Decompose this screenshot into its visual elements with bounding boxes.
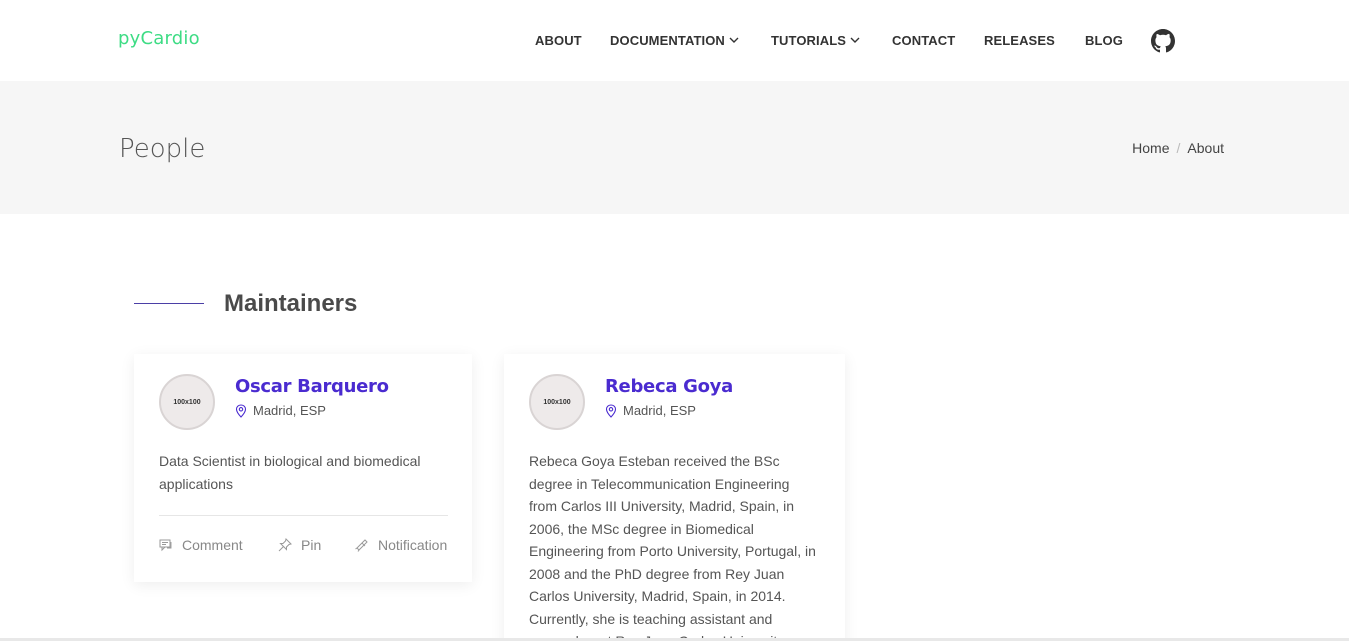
person-bio: Data Scientist in biological and biomedi… [159,453,421,492]
location-pin-icon [235,403,247,418]
person-location: Madrid, ESP [605,403,696,418]
chevron-down-icon [850,37,860,44]
person-location-text: Madrid, ESP [623,403,696,418]
page-banner: People Home / About [0,81,1349,214]
site-header: pyCardio ABOUT DOCUMENTATION TUTORIALS C… [0,0,1349,81]
avatar: 100x100 [529,374,585,430]
person-location: Madrid, ESP [235,403,326,418]
notification-icon [355,539,368,552]
nav-releases[interactable]: RELEASES [984,33,1055,48]
pin-icon [278,538,292,552]
brand-logo[interactable]: pyCardio [118,28,200,49]
avatar: 100x100 [159,374,215,430]
person-card: 100x100 Oscar Barquero Madrid, ESP Data … [134,354,472,582]
nav-contact[interactable]: CONTACT [892,33,955,48]
notification-label: Notification [378,537,448,553]
breadcrumb-separator: / [1176,140,1181,156]
nav-blog[interactable]: BLOG [1085,33,1123,48]
nav-documentation-label: DOCUMENTATION [610,33,725,48]
person-name-link[interactable]: Oscar Barquero [235,376,389,397]
section-accent-line [134,303,204,304]
breadcrumb-home[interactable]: Home [1132,140,1169,156]
nav-tutorials[interactable]: TUTORIALS [771,33,861,48]
nav-about[interactable]: ABOUT [535,33,582,48]
comment-label: Comment [182,537,243,553]
nav-documentation[interactable]: DOCUMENTATION [610,33,740,48]
pin-label: Pin [301,537,322,553]
card-divider [159,515,448,516]
comment-icon [159,539,172,552]
github-icon[interactable] [1151,29,1175,53]
person-card: 100x100 Rebeca Goya Madrid, ESP Rebeca G… [504,354,845,641]
section-title: Maintainers [224,290,358,317]
nav-tutorials-label: TUTORIALS [771,33,847,48]
breadcrumb: Home / About [1132,140,1224,156]
chevron-down-icon [729,37,739,44]
person-name-link[interactable]: Rebeca Goya [605,376,733,397]
page-title: People [119,134,206,164]
comment-button[interactable]: Comment [159,537,243,553]
breadcrumb-about[interactable]: About [1187,140,1224,156]
notification-button[interactable]: Notification [355,537,447,553]
person-bio: Rebeca Goya Esteban received the BSc deg… [529,453,816,641]
person-location-text: Madrid, ESP [253,403,326,418]
pin-button[interactable]: Pin [278,537,321,553]
location-pin-icon [605,403,617,418]
